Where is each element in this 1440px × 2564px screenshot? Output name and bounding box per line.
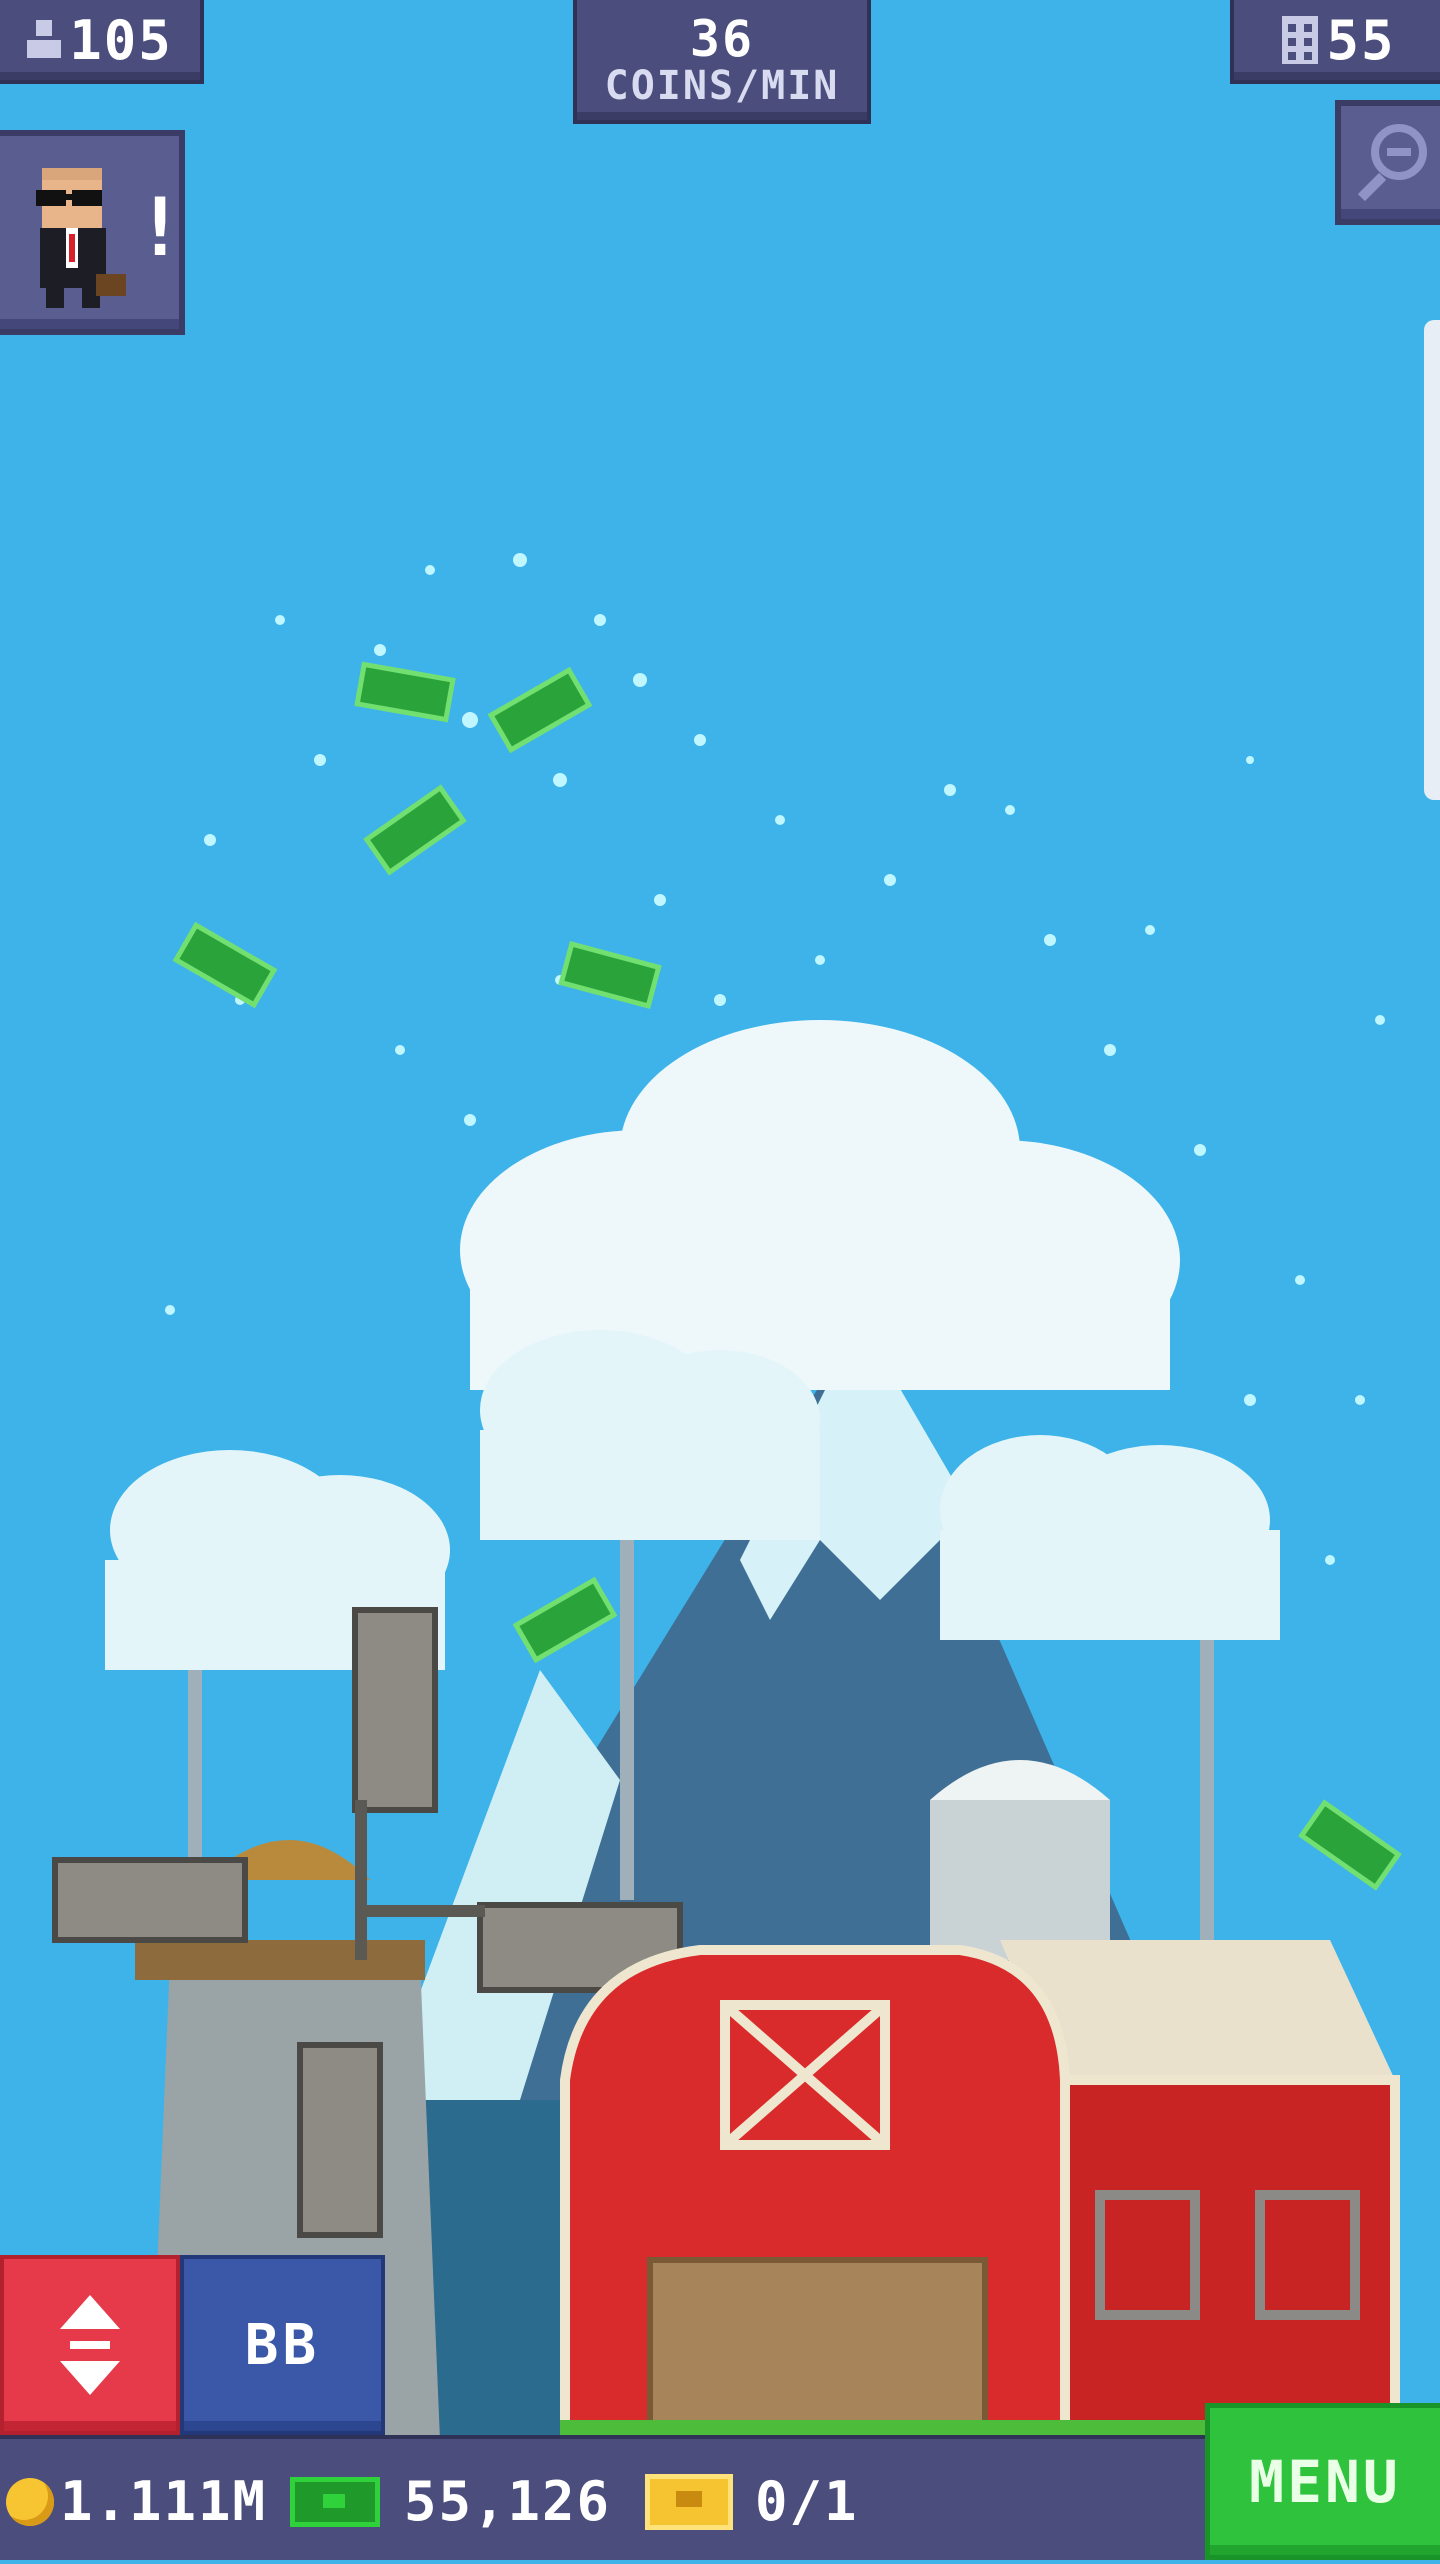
bux-stat: 55,126 bbox=[290, 2439, 611, 2564]
menu-button[interactable]: MENU bbox=[1205, 2403, 1440, 2560]
zoom-out-icon bbox=[1357, 124, 1427, 202]
population-value: 105 bbox=[69, 8, 173, 72]
alert-indicator: ! bbox=[136, 181, 185, 274]
tickets-stat[interactable]: 0/1 bbox=[645, 2439, 859, 2564]
coins-per-min-value: 36 bbox=[689, 10, 755, 68]
bitizen-avatar bbox=[36, 168, 126, 308]
elevator-button[interactable] bbox=[0, 2255, 180, 2435]
floors-icon bbox=[1282, 16, 1319, 64]
silo bbox=[930, 1760, 1110, 1960]
red-barn bbox=[560, 1940, 1400, 2445]
vip-avatar-button[interactable]: ! bbox=[0, 130, 185, 335]
coins-value: 1.111M bbox=[60, 2470, 268, 2533]
tickets-value: 0/1 bbox=[755, 2470, 859, 2533]
bitbook-button[interactable]: BB bbox=[180, 2255, 385, 2435]
population-counter: 105 bbox=[0, 0, 204, 84]
bux-value: 55,126 bbox=[404, 2470, 612, 2533]
tower-scene bbox=[52, 553, 1402, 2445]
coins-per-min-panel: 36 COINS/MIN bbox=[573, 0, 871, 124]
population-icon bbox=[27, 20, 62, 60]
elevator-updown-icon bbox=[60, 2295, 120, 2395]
floors-value: 55 bbox=[1326, 8, 1396, 72]
ticket-icon bbox=[645, 2473, 733, 2530]
zoom-out-button[interactable] bbox=[1335, 100, 1440, 225]
coin-icon bbox=[6, 2477, 54, 2526]
coins-per-min-unit: COINS/MIN bbox=[604, 63, 840, 109]
side-drawer-handle[interactable] bbox=[1424, 320, 1440, 800]
bux-icon bbox=[290, 2476, 380, 2527]
coins-stat: 1.111M bbox=[6, 2439, 267, 2564]
floors-counter: 55 bbox=[1230, 0, 1440, 84]
